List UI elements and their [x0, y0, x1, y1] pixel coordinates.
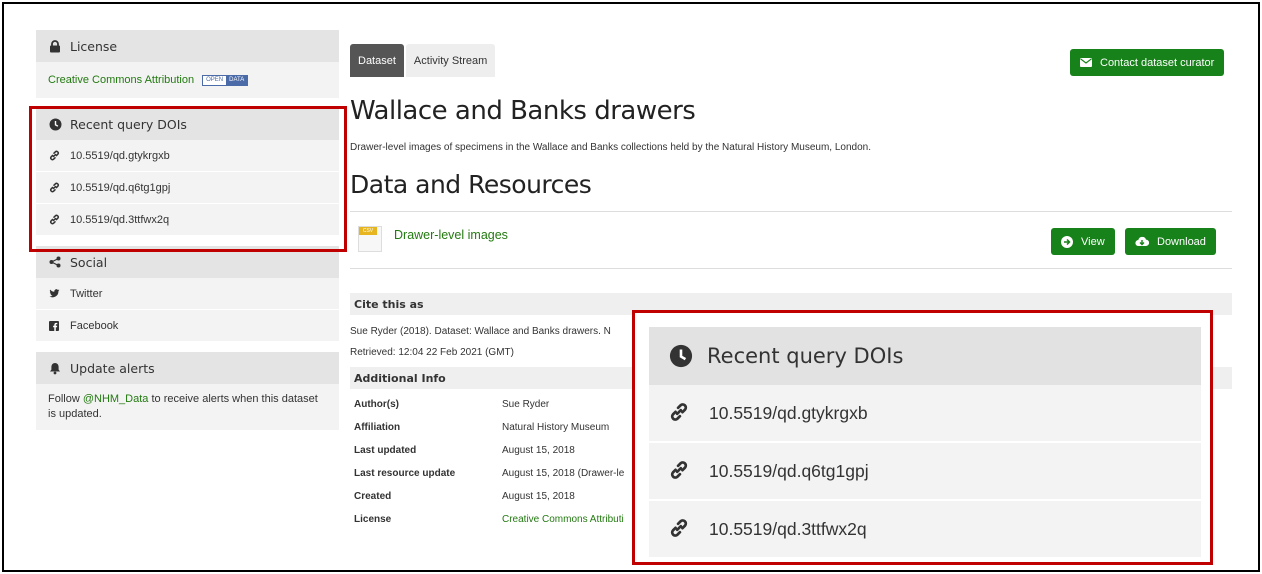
- open-badge-right: DATA: [226, 75, 248, 85]
- csv-file-icon: CSV: [358, 226, 382, 252]
- zoom-doi-item[interactable]: 10.5519/qd.q6tg1gpj: [649, 443, 1201, 501]
- info-value: August 15, 2018: [502, 445, 575, 456]
- view-button[interactable]: View: [1051, 228, 1115, 255]
- table-row: Affiliation Natural History Museum: [350, 416, 624, 439]
- info-value: August 15, 2018 (Drawer-le: [502, 468, 625, 479]
- tab-activity-stream[interactable]: Activity Stream: [405, 44, 496, 77]
- download-button[interactable]: Download: [1125, 228, 1216, 255]
- csv-file-tag: CSV: [359, 227, 377, 235]
- screenshot-frame: License Creative Commons Attribution OPE…: [2, 2, 1260, 572]
- resource-item: CSV Drawer-level images View Download: [350, 211, 1232, 269]
- link-icon: [669, 518, 691, 540]
- resources-title: Data and Resources: [350, 170, 592, 199]
- facebook-icon: [48, 320, 60, 332]
- lock-icon: [48, 39, 62, 53]
- zoom-doi-item[interactable]: 10.5519/qd.gtykrgxb: [649, 385, 1201, 443]
- alerts-text-before: Follow: [48, 393, 83, 405]
- contact-curator-label: Contact dataset curator: [1100, 56, 1215, 69]
- license-panel: License Creative Commons Attribution OPE…: [36, 30, 339, 98]
- clock-icon: [669, 344, 693, 368]
- alerts-panel: Update alerts Follow @NHM_Data to receiv…: [36, 352, 339, 430]
- license-title: License: [70, 38, 118, 54]
- bell-icon: [48, 361, 62, 375]
- dataset-description: Drawer-level images of specimens in the …: [350, 142, 871, 153]
- link-icon: [669, 460, 691, 482]
- alerts-title: Update alerts: [70, 360, 155, 376]
- table-row: Created August 15, 2018: [350, 485, 624, 508]
- page-title: Wallace and Banks drawers: [350, 96, 696, 126]
- zoom-panel: Recent query DOIs 10.5519/qd.gtykrgxb 10…: [649, 327, 1201, 559]
- info-value: Sue Ryder: [502, 399, 550, 410]
- open-data-badge[interactable]: OPEN DATA: [202, 74, 249, 86]
- zoom-doi-item[interactable]: 10.5519/qd.3ttfwx2q: [649, 501, 1201, 559]
- table-row: Last updated August 15, 2018: [350, 439, 624, 462]
- share-icon: [48, 255, 62, 269]
- download-button-label: Download: [1157, 235, 1206, 248]
- license-link[interactable]: Creative Commons Attribution: [48, 74, 194, 86]
- social-panel: Social Twitter Facebook: [36, 246, 339, 342]
- highlight-box-sidebar: [29, 106, 347, 252]
- zoom-recent-dois-title: Recent query DOIs: [707, 344, 904, 368]
- table-row: License Creative Commons Attributi: [350, 508, 624, 531]
- alerts-body: Follow @NHM_Data to receive alerts when …: [36, 384, 339, 430]
- info-value: August 15, 2018: [502, 491, 575, 502]
- contact-curator-button[interactable]: Contact dataset curator: [1070, 49, 1225, 76]
- alerts-header: Update alerts: [36, 352, 339, 384]
- open-badge-left: OPEN: [203, 75, 227, 85]
- info-key: Affiliation: [354, 422, 401, 433]
- view-button-label: View: [1081, 235, 1105, 248]
- info-value: Natural History Museum: [502, 422, 610, 433]
- info-key: License: [354, 514, 392, 525]
- arrow-circle-icon: [1061, 235, 1073, 248]
- social-item-facebook[interactable]: Facebook: [36, 310, 339, 342]
- social-title: Social: [70, 254, 108, 270]
- envelope-icon: [1080, 58, 1092, 67]
- zoom-callout: Recent query DOIs 10.5519/qd.gtykrgxb 10…: [632, 310, 1213, 565]
- license-body: Creative Commons Attribution OPEN DATA: [36, 62, 339, 98]
- license-header: License: [36, 30, 339, 62]
- zoom-doi-item-label: 10.5519/qd.3ttfwx2q: [709, 518, 867, 539]
- social-item-twitter[interactable]: Twitter: [36, 278, 339, 310]
- info-key: Author(s): [354, 399, 399, 410]
- tab-dataset[interactable]: Dataset: [350, 44, 404, 77]
- social-item-label: Twitter: [70, 287, 103, 300]
- cloud-download-icon: [1135, 236, 1149, 247]
- additional-info-table: Author(s) Sue Ryder Affiliation Natural Hi…: [350, 393, 624, 531]
- info-value-license-link[interactable]: Creative Commons Attributi: [498, 508, 624, 531]
- link-icon: [669, 402, 691, 424]
- table-row: Author(s) Sue Ryder: [350, 393, 624, 416]
- social-item-label: Facebook: [70, 319, 119, 332]
- info-key: Last updated: [354, 445, 417, 456]
- zoom-doi-item-label: 10.5519/qd.gtykrgxb: [709, 402, 868, 423]
- alerts-handle-link[interactable]: @NHM_Data: [83, 393, 149, 405]
- twitter-icon: [48, 288, 60, 300]
- table-row: Last resource update August 15, 2018 (Dra…: [350, 462, 624, 485]
- resource-link[interactable]: Drawer-level images: [394, 228, 508, 242]
- social-list: Twitter Facebook: [36, 278, 339, 342]
- zoom-doi-item-label: 10.5519/qd.q6tg1gpj: [709, 460, 869, 481]
- zoom-recent-dois-header: Recent query DOIs: [649, 327, 1201, 385]
- info-key: Created: [354, 491, 392, 502]
- info-key: Last resource update: [354, 468, 456, 479]
